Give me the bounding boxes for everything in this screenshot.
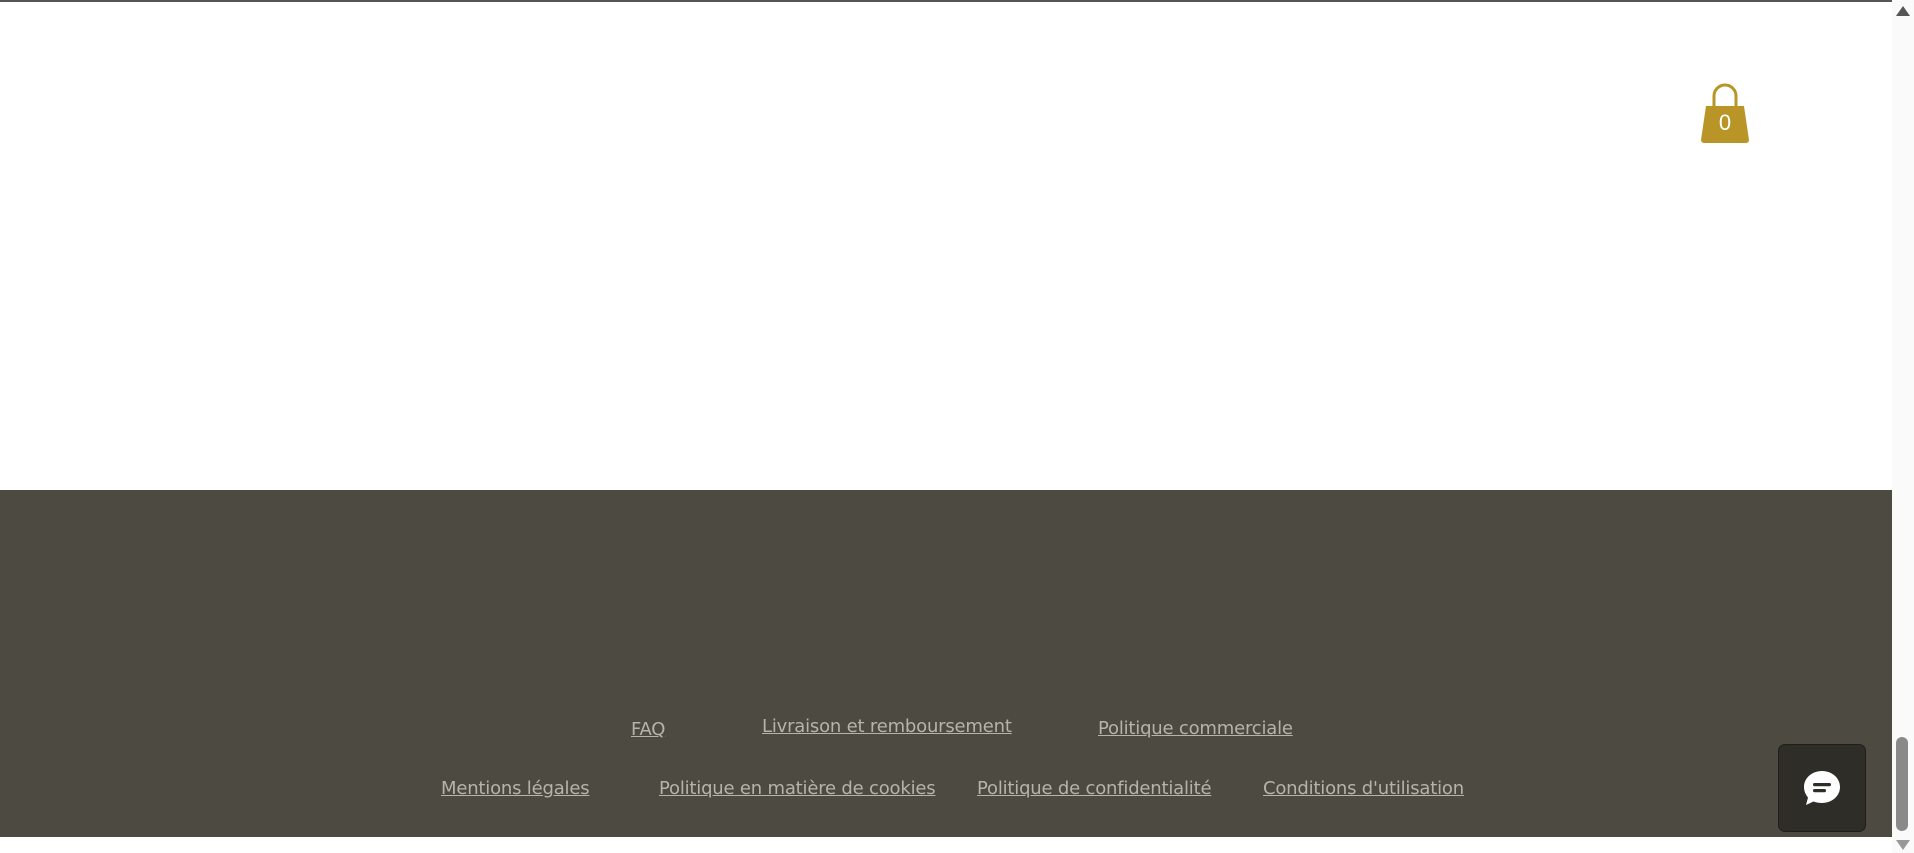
footer-link-cookies[interactable]: Politique en matière de cookies xyxy=(659,778,936,799)
footer-link-faq[interactable]: FAQ xyxy=(631,719,665,740)
footer-link-livraison[interactable]: Livraison et remboursement xyxy=(762,716,1012,737)
footer: FAQ Livraison et remboursement Politique… xyxy=(0,490,1892,837)
footer-link-politique-commerciale[interactable]: Politique commerciale xyxy=(1098,718,1293,739)
cart-count: 0 xyxy=(1718,110,1732,135)
header-area: 0 xyxy=(0,2,1892,490)
scroll-up-arrow-icon[interactable] xyxy=(1896,6,1910,16)
scroll-down-arrow-icon[interactable] xyxy=(1896,840,1910,850)
chat-button[interactable] xyxy=(1779,745,1865,831)
footer-link-mentions-legales[interactable]: Mentions légales xyxy=(441,778,590,799)
footer-link-confidentialite[interactable]: Politique de confidentialité xyxy=(977,778,1212,799)
page: 0 FAQ Livraison et remboursement Politiq… xyxy=(0,0,1892,853)
cart-button[interactable]: 0 xyxy=(1699,80,1751,144)
scrollbar[interactable] xyxy=(1892,0,1914,853)
chat-bubble-icon xyxy=(1804,771,1840,805)
scrollbar-thumb[interactable] xyxy=(1896,737,1908,831)
footer-link-conditions[interactable]: Conditions d'utilisation xyxy=(1263,778,1464,799)
